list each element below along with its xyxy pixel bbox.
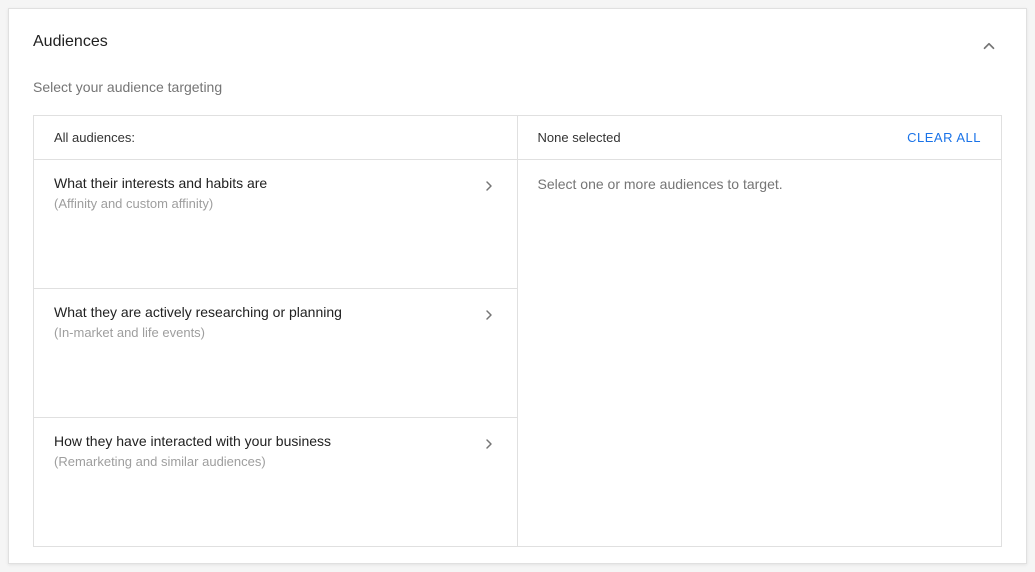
- all-audiences-header: All audiences:: [34, 116, 517, 160]
- category-title: How they have interacted with your busin…: [54, 432, 481, 452]
- audiences-card: Audiences Select your audience targeting…: [8, 8, 1027, 564]
- category-interests-habits[interactable]: What their interests and habits are (Aff…: [34, 160, 517, 289]
- chevron-right-icon: [481, 178, 497, 194]
- empty-selection-text: Select one or more audiences to target.: [518, 160, 1002, 208]
- card-header: Audiences: [33, 33, 1002, 59]
- category-business-interaction[interactable]: How they have interacted with your busin…: [34, 418, 517, 546]
- all-audiences-panel: All audiences: What their interests and …: [34, 116, 518, 546]
- category-subtitle: (Remarketing and similar audiences): [54, 453, 481, 471]
- chevron-right-icon: [481, 307, 497, 323]
- selected-audiences-panel: None selected CLEAR ALL Select one or mo…: [518, 116, 1002, 546]
- category-researching-planning[interactable]: What they are actively researching or pl…: [34, 289, 517, 418]
- category-text: What they are actively researching or pl…: [54, 303, 481, 342]
- panels-container: All audiences: What their interests and …: [33, 115, 1002, 547]
- category-text: What their interests and habits are (Aff…: [54, 174, 481, 213]
- card-title: Audiences: [33, 33, 108, 51]
- chevron-right-icon: [481, 436, 497, 452]
- card-subtitle: Select your audience targeting: [33, 79, 1002, 95]
- selected-audiences-header: None selected CLEAR ALL: [518, 116, 1002, 160]
- selected-count-label: None selected: [538, 130, 621, 145]
- category-subtitle: (Affinity and custom affinity): [54, 195, 481, 213]
- chevron-up-icon: [980, 37, 998, 55]
- category-subtitle: (In-market and life events): [54, 324, 481, 342]
- category-text: How they have interacted with your busin…: [54, 432, 481, 471]
- clear-all-button[interactable]: CLEAR ALL: [907, 130, 981, 145]
- collapse-button[interactable]: [976, 33, 1002, 59]
- category-title: What their interests and habits are: [54, 174, 481, 194]
- audience-category-list: What their interests and habits are (Aff…: [34, 160, 517, 546]
- all-audiences-header-label: All audiences:: [54, 130, 135, 145]
- category-title: What they are actively researching or pl…: [54, 303, 481, 323]
